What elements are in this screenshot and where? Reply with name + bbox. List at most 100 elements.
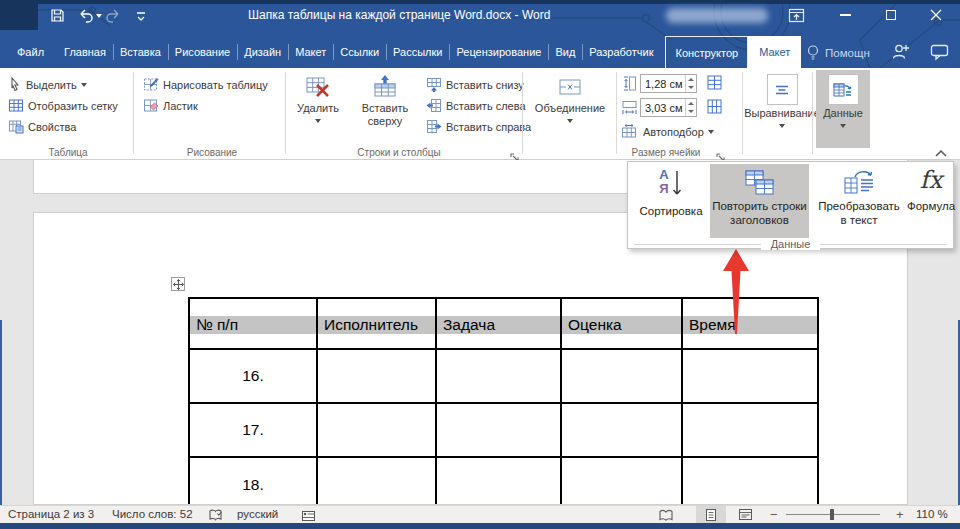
table-cell[interactable] (683, 404, 817, 456)
row-height-input[interactable]: 1,28 см (640, 74, 697, 93)
table-move-handle[interactable] (171, 277, 185, 291)
redo-button[interactable] (105, 8, 121, 27)
read-mode-view-button[interactable] (658, 508, 674, 524)
help-assistant[interactable]: Помощн (806, 44, 870, 61)
eraser-button[interactable]: Ластик (143, 97, 198, 114)
insert-above-button[interactable]: Вставить сверху (348, 72, 422, 148)
tab-home[interactable]: Главная (57, 36, 113, 68)
table-header-cell[interactable]: Исполнитель (318, 316, 435, 334)
autofit-caret (708, 130, 714, 134)
maximize-button[interactable] (868, 0, 913, 30)
proofing-status[interactable] (208, 508, 223, 524)
distribute-rows-button[interactable] (706, 74, 724, 96)
table-properties-button[interactable]: Свойства (8, 118, 76, 135)
tab-insert[interactable]: Вставка (113, 36, 168, 68)
web-layout-view-button[interactable] (738, 508, 753, 523)
save-button[interactable] (50, 8, 65, 27)
ribbon-display-icon (790, 10, 804, 22)
page-indicator[interactable]: Страница 2 из 3 (8, 508, 94, 520)
alignment-button[interactable]: Выравнивание (746, 72, 818, 148)
table-header-cell[interactable]: Оценка (562, 316, 681, 334)
table-header-cell[interactable]: № п/п (190, 316, 316, 334)
app-icon[interactable] (0, 0, 38, 30)
table-cell[interactable] (437, 404, 562, 456)
sort-menu-item[interactable]: А Я Сортировка (633, 164, 709, 238)
share-person-button[interactable] (890, 42, 910, 66)
table-cell-number[interactable]: 18. (190, 458, 318, 505)
table-cell[interactable] (318, 350, 437, 402)
minimize-button[interactable] (823, 0, 868, 30)
select-cursor-icon (12, 78, 18, 91)
tab-view[interactable]: Вид (548, 36, 582, 68)
tab-file[interactable]: Файл (4, 36, 57, 68)
insert-right-icon (428, 121, 442, 133)
tab-layout[interactable]: Макет (288, 36, 333, 68)
print-layout-view-button[interactable] (696, 506, 726, 523)
alignment-icon (776, 86, 788, 93)
formula-icon: fx (920, 164, 942, 199)
tab-developer[interactable]: Разработчик (582, 36, 660, 68)
convert-to-text-icon (843, 169, 875, 199)
repeat-header-rows-menu-item[interactable]: Повторить строки заголовков (710, 164, 809, 238)
zoom-in-button[interactable]: + (896, 507, 904, 522)
tab-references[interactable]: Ссылки (333, 36, 386, 68)
ribbon-display-options-button[interactable] (788, 7, 805, 28)
autofit-button[interactable]: Автоподбор (621, 123, 714, 140)
table-cell-number[interactable]: 17. (190, 404, 318, 456)
table-cell-number[interactable]: 16. (190, 350, 318, 402)
select-button[interactable]: Выделить (8, 76, 87, 93)
col-width-input[interactable]: 3,03 см (640, 98, 697, 117)
table-cell[interactable] (562, 404, 683, 456)
zoom-slider-handle[interactable] (830, 509, 834, 520)
distribute-cols-button[interactable] (706, 98, 724, 120)
table-cell[interactable] (437, 350, 562, 402)
table-header-cell[interactable]: Задача (437, 316, 560, 334)
comments-button[interactable] (930, 44, 949, 65)
data-icon-frame (828, 74, 859, 105)
table-cell[interactable] (318, 458, 437, 505)
delete-button[interactable]: Удалить (290, 72, 346, 148)
eraser-icon (145, 100, 159, 111)
quick-access-customize-button[interactable] (135, 9, 147, 27)
merge-button[interactable]: Объединение (526, 72, 614, 148)
tab-draw[interactable]: Рисование (168, 36, 237, 68)
insert-right-button[interactable]: Вставить справа (426, 118, 531, 135)
ribbon-tab-bar: Файл Главная Вставка Рисование Дизайн Ма… (4, 36, 801, 68)
document-page-2[interactable]: № п/п Исполнитель Задача Оценка Время 16… (33, 212, 908, 505)
tab-mailings[interactable]: Рассылки (386, 36, 449, 68)
group-separator (812, 72, 813, 154)
macro-recording[interactable] (301, 509, 316, 524)
window-bottom-edge (0, 523, 960, 529)
insert-left-button[interactable]: Вставить слева (426, 97, 526, 114)
col-width-spinner[interactable] (685, 99, 696, 116)
table-cell[interactable] (562, 350, 683, 402)
language-indicator[interactable]: русский (237, 508, 278, 520)
red-arrow-annotation (702, 245, 772, 340)
word-count[interactable]: Число слов: 52 (112, 508, 193, 520)
tab-review[interactable]: Рецензирование (449, 36, 548, 68)
undo-caret[interactable] (96, 14, 102, 18)
draw-table-button[interactable]: Нарисовать таблицу (143, 76, 268, 93)
tab-table-layout[interactable]: Макет (748, 36, 801, 68)
formula-menu-item[interactable]: fx Формула (909, 164, 953, 238)
data-button[interactable]: Данные (816, 70, 870, 148)
table-cell[interactable] (683, 350, 817, 402)
tab-table-design[interactable]: Конструктор (665, 36, 748, 68)
maximize-icon (886, 10, 896, 20)
draw-table-icon (145, 79, 159, 91)
convert-to-text-menu-item[interactable]: Преобразовать в текст (811, 164, 907, 238)
zoom-level[interactable]: 110 % (916, 508, 948, 520)
tab-design[interactable]: Дизайн (237, 36, 288, 68)
view-gridlines-button[interactable]: Отобразить сетку (8, 97, 118, 114)
drawing-group-label: Рисование (143, 147, 281, 158)
insert-below-button[interactable]: Вставить снизу (426, 76, 524, 93)
table-cell[interactable] (683, 458, 817, 505)
undo-button[interactable] (78, 8, 102, 23)
row-height-spinner[interactable] (685, 75, 696, 92)
minimize-icon (840, 14, 851, 16)
table-cell[interactable] (318, 404, 437, 456)
table-cell[interactable] (437, 458, 562, 505)
close-button[interactable] (913, 0, 958, 30)
zoom-out-button[interactable]: − (770, 507, 778, 522)
table-cell[interactable] (562, 458, 683, 505)
